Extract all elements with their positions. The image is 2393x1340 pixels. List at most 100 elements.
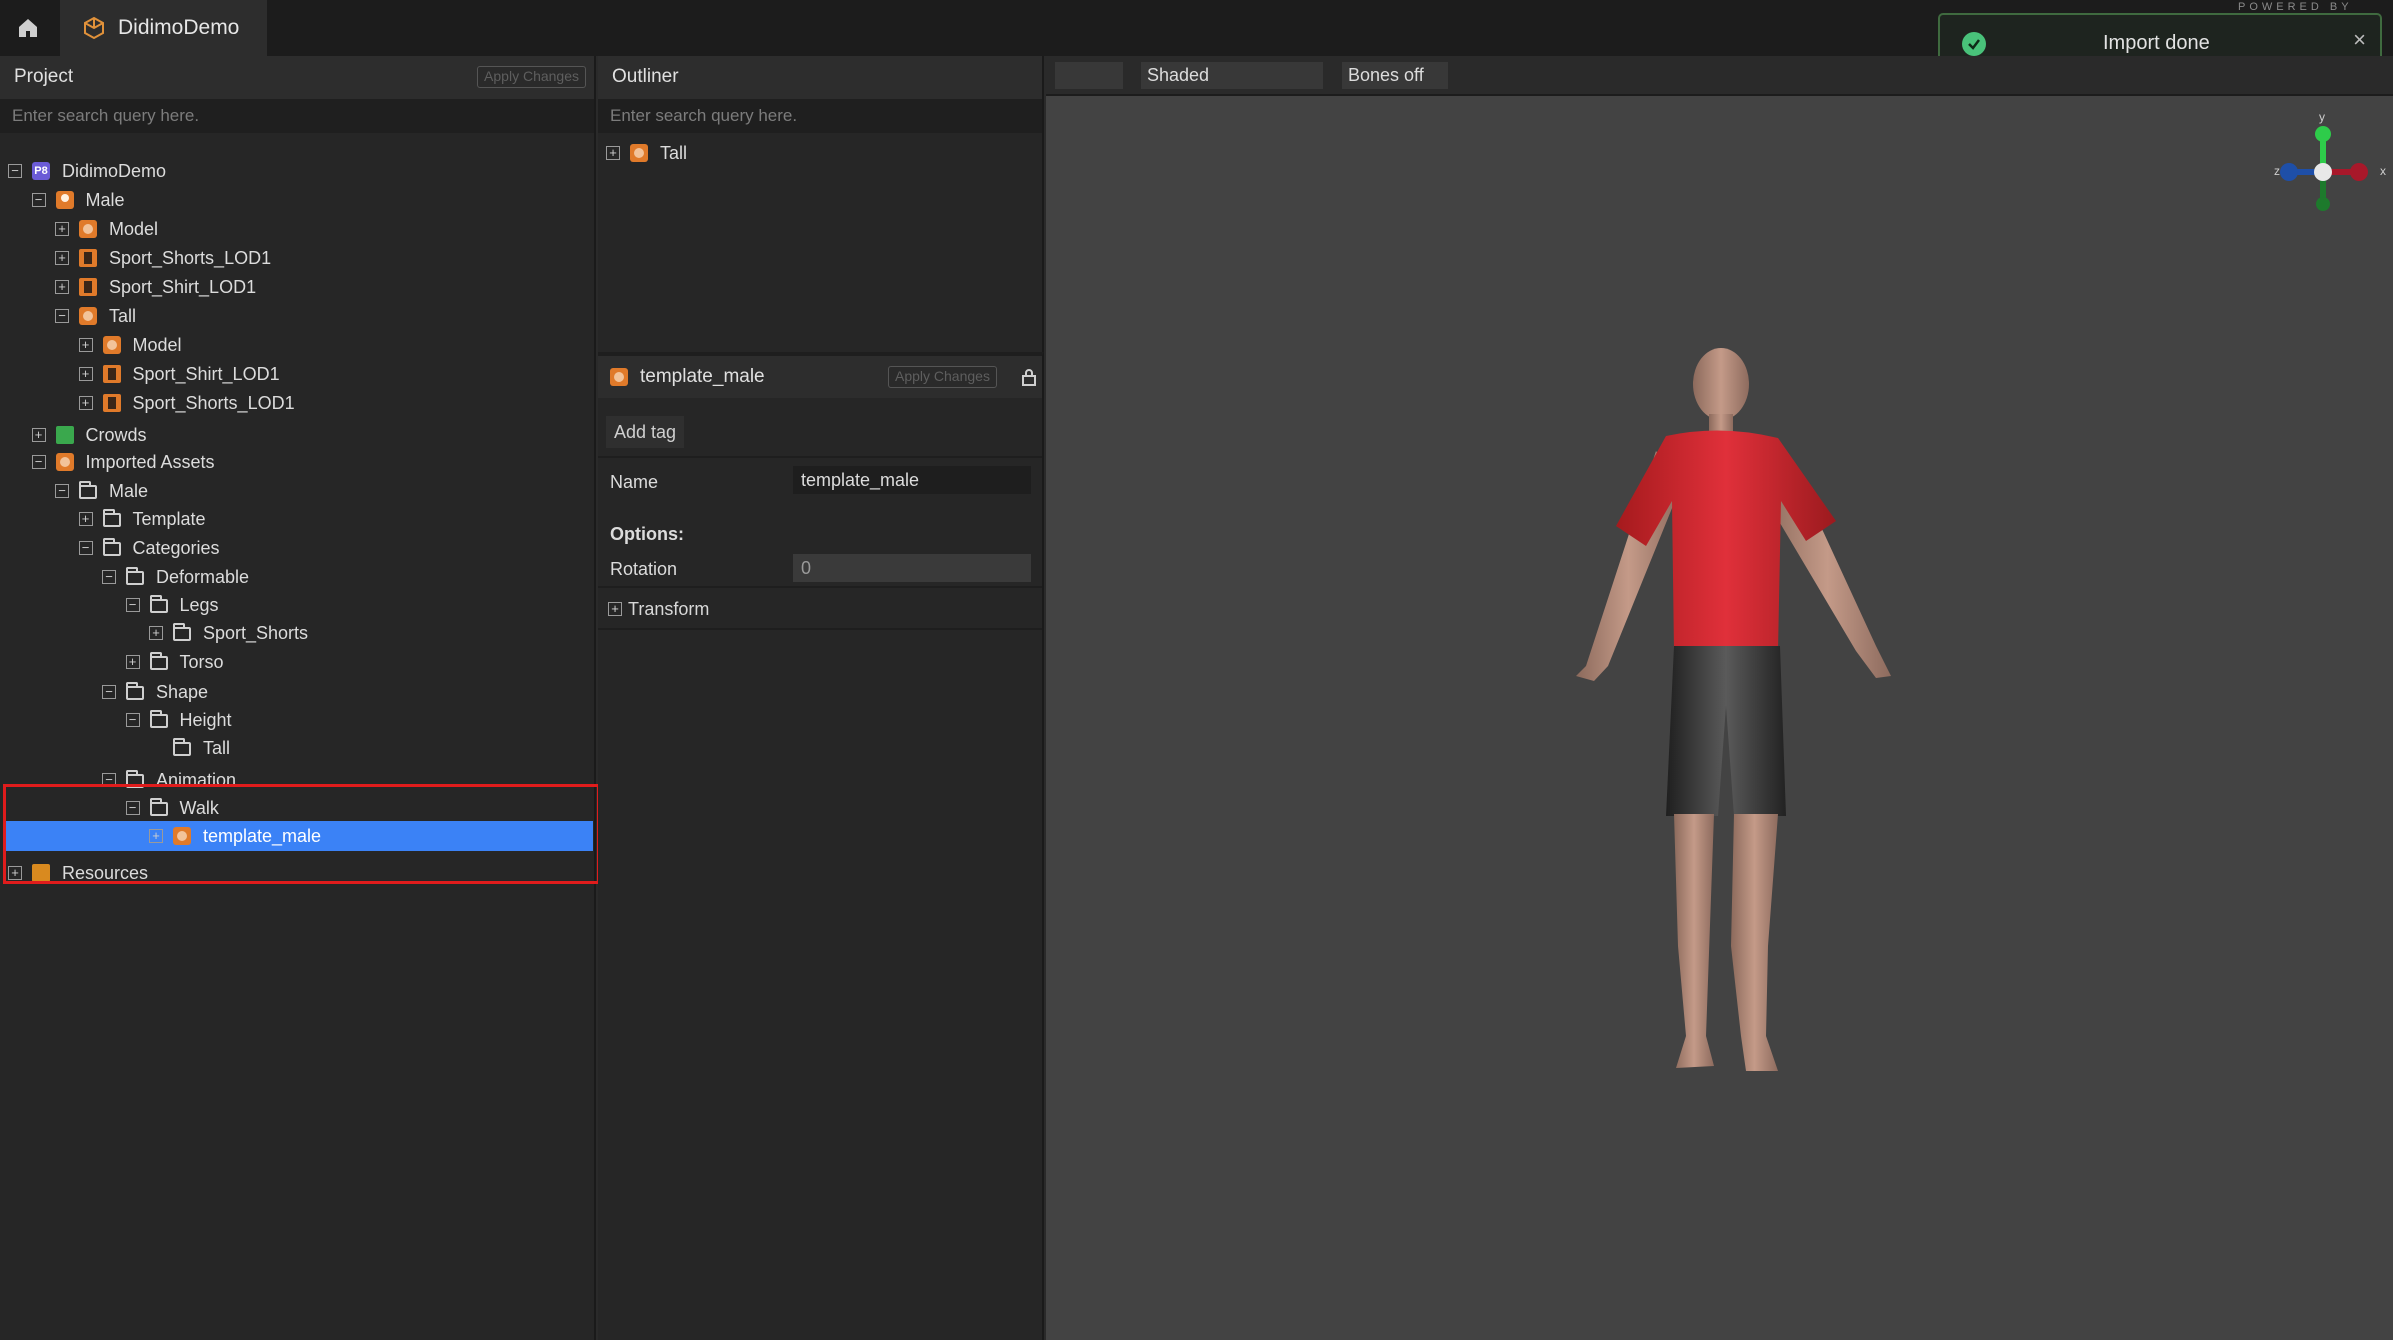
shading-dropdown[interactable]: Shaded [1141, 62, 1323, 89]
collapse-toggle[interactable]: − [78, 541, 93, 555]
tree-item-label: Imported Assets [85, 452, 215, 472]
tree-item[interactable]: − Categories [0, 533, 590, 563]
app-tab[interactable]: DidimoDemo [60, 0, 267, 56]
properties-header: template_male Apply Changes [598, 356, 1042, 398]
collapse-toggle[interactable]: − [102, 773, 116, 787]
tree-item[interactable]: + Torso [0, 647, 590, 677]
tree-item[interactable]: − Walk [0, 793, 590, 823]
rotation-field[interactable]: 0 [793, 554, 1031, 582]
expand-toggle[interactable]: + [149, 829, 163, 843]
tree-item[interactable]: − Male [0, 185, 590, 215]
expand-toggle[interactable]: + [606, 146, 620, 160]
transform-section[interactable]: + Transform [606, 596, 1036, 624]
expand-toggle[interactable]: + [31, 428, 46, 442]
tree-item[interactable]: − Male [0, 476, 590, 506]
tree-item[interactable]: − Height [0, 705, 590, 735]
expand-toggle[interactable]: + [125, 655, 140, 669]
garment-icon [102, 394, 121, 412]
tree-item-label: Tall [109, 306, 137, 326]
tree-item[interactable]: Tall [0, 733, 590, 763]
collapse-toggle[interactable]: − [102, 685, 116, 699]
tree-item[interactable]: − Shape [0, 677, 590, 707]
tree-item-label: Animation [156, 770, 237, 790]
tree-item[interactable]: + Sport_Shorts [0, 618, 590, 648]
viewport-toolbar: Shaded Bones off [1046, 56, 2393, 96]
expand-toggle[interactable]: + [8, 866, 22, 880]
expand-toggle[interactable]: + [78, 396, 93, 410]
collapse-toggle[interactable]: − [8, 164, 22, 178]
tree-item[interactable]: + template_male [5, 821, 593, 851]
home-icon [19, 19, 37, 37]
outliner-header: Outliner [598, 56, 1042, 99]
collapse-toggle[interactable]: − [125, 801, 140, 815]
expand-toggle[interactable]: + [55, 251, 69, 265]
asset-icon [79, 220, 97, 238]
tree-item[interactable]: + Model [0, 214, 590, 244]
tree-item-label: Male [85, 190, 125, 210]
tree-item[interactable]: + Sport_Shorts_LOD1 [0, 243, 590, 273]
tree-item[interactable]: − Imported Assets [0, 447, 590, 477]
tree-item[interactable]: + Sport_Shirt_LOD1 [0, 359, 590, 389]
tree-item-label: Shape [156, 682, 209, 702]
tree-item[interactable]: − Tall [0, 301, 590, 331]
camera-dropdown[interactable] [1055, 62, 1123, 89]
resources-icon [32, 864, 50, 882]
collapse-toggle[interactable]: − [31, 193, 46, 207]
transform-label: Transform [628, 599, 710, 619]
collapse-toggle[interactable]: − [102, 570, 116, 584]
expand-toggle[interactable]: + [608, 602, 622, 616]
folder-icon [79, 481, 97, 499]
collapse-toggle[interactable]: − [55, 484, 69, 498]
close-icon[interactable]: × [2353, 27, 2366, 53]
apply-changes-button[interactable]: Apply Changes [888, 366, 997, 388]
project-search-input[interactable]: Enter search query here. [0, 99, 594, 133]
tree-item-label: DidimoDemo [62, 161, 167, 181]
expand-toggle[interactable]: + [78, 338, 93, 352]
tree-item[interactable]: + Crowds [0, 420, 590, 450]
lock-icon[interactable] [1022, 368, 1036, 386]
bones-toggle[interactable]: Bones off [1342, 62, 1448, 89]
expand-toggle[interactable]: + [78, 367, 93, 381]
outliner-search-input[interactable]: Enter search query here. [598, 99, 1042, 133]
apply-changes-button[interactable]: Apply Changes [477, 66, 586, 88]
expand-toggle[interactable]: + [55, 222, 69, 236]
tree-item-label: template_male [203, 826, 322, 846]
name-field[interactable]: template_male [793, 466, 1031, 494]
folder-icon [149, 595, 168, 613]
collapse-toggle[interactable]: − [125, 598, 140, 612]
project-header: Project Apply Changes [0, 56, 594, 99]
tree-item[interactable]: + Sport_Shorts_LOD1 [0, 388, 590, 418]
tree-item-label: Sport_Shorts_LOD1 [109, 248, 272, 268]
collapse-toggle[interactable]: − [31, 455, 46, 469]
tree-item[interactable]: + Template [0, 504, 590, 534]
folder-icon [102, 509, 121, 527]
garment-icon [102, 365, 121, 383]
toast-message: Import done [2103, 32, 2210, 54]
collapse-toggle[interactable]: − [125, 713, 140, 727]
tree-item[interactable]: + Model [0, 330, 590, 360]
collapse-toggle[interactable]: − [55, 309, 69, 323]
outliner-item[interactable]: + Tall [598, 138, 1038, 168]
tree-item[interactable]: − Legs [0, 590, 590, 620]
home-button[interactable] [0, 0, 56, 56]
tree-item[interactable]: − Deformable [0, 562, 590, 592]
asset-icon [630, 144, 648, 162]
asset-icon [102, 336, 121, 354]
asset-icon [173, 827, 191, 845]
tree-item[interactable]: − Animation [0, 765, 590, 795]
expand-toggle[interactable]: + [149, 626, 163, 640]
gizmo-x-label: x [2380, 164, 2386, 178]
character-model[interactable] [1546, 346, 2046, 1126]
add-tag-button[interactable]: Add tag [606, 416, 685, 448]
expand-toggle[interactable]: + [78, 512, 93, 526]
3d-viewport[interactable]: Shaded Bones off y z x [1046, 56, 2393, 1340]
asset-icon [55, 453, 74, 471]
tree-item[interactable]: + Sport_Shirt_LOD1 [0, 272, 590, 302]
tree-item[interactable]: − P8 DidimoDemo [0, 156, 590, 186]
expand-toggle[interactable]: + [55, 280, 69, 294]
person-icon [55, 191, 74, 209]
folder-icon [149, 710, 168, 728]
tree-item[interactable]: + Resources [0, 858, 590, 888]
crowd-icon [55, 426, 74, 444]
project-icon: P8 [32, 162, 50, 180]
